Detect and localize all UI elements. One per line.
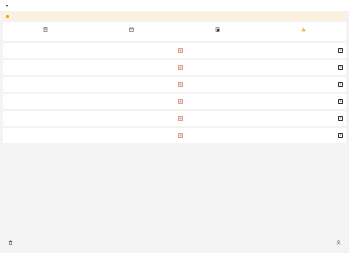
item-subtitle [185,102,337,104]
list-row [3,60,346,75]
add-icon [339,49,342,52]
list-item[interactable] [3,77,175,92]
item-name [185,64,337,67]
footer-right-button[interactable] [336,240,341,253]
notice-bar [3,13,346,20]
item-subtitle [5,68,172,70]
alert-icon [301,27,306,31]
top-bar [0,0,349,11]
item-name [185,81,337,84]
item-action-button[interactable] [338,98,343,104]
list-row [3,43,346,58]
warning-icon [6,15,9,18]
item-name [185,47,337,50]
list-row [3,111,346,126]
tab-bar [3,22,346,41]
calendar-icon [129,27,134,32]
form-icon [177,99,183,104]
list-item[interactable] [3,128,175,143]
item-name [185,132,337,135]
item-action-button[interactable] [338,132,343,138]
item-subtitle [185,136,337,138]
item-name [5,98,172,101]
list-item[interactable] [3,94,175,109]
app-screen [0,0,349,253]
form-icon [177,133,183,138]
item-subtitle [5,51,172,53]
item-subtitle [5,119,172,121]
item-action-button[interactable] [338,64,343,70]
item-name [185,98,337,101]
form-icon [177,48,183,53]
item-subtitle [185,68,337,70]
item-subtitle [185,119,337,121]
list-item[interactable] [3,111,175,126]
list-item[interactable] [175,128,347,143]
list-item[interactable] [175,111,347,126]
item-subtitle [5,85,172,87]
list-row [3,77,346,92]
list-row [3,94,346,109]
item-list [3,43,346,145]
item-name [5,115,172,118]
item-action-button[interactable] [338,81,343,87]
tab-0[interactable] [3,22,89,41]
add-icon [339,100,342,103]
item-subtitle [5,102,172,104]
trash-icon [8,240,13,245]
item-subtitle [185,85,337,87]
list-row [3,128,346,143]
form-icon [177,82,183,87]
list-item[interactable] [3,60,175,75]
list-item[interactable] [175,94,347,109]
item-name [5,64,172,67]
user-icon [336,240,341,245]
add-icon [339,134,342,137]
list-item[interactable] [175,60,347,75]
tab-2[interactable] [175,22,261,41]
footer-left-button[interactable] [8,240,13,253]
add-icon [339,117,342,120]
bottom-bar [0,240,349,253]
tab-3[interactable] [260,22,346,41]
document-icon [44,27,48,32]
list-item[interactable] [175,43,347,58]
form-icon [177,116,183,121]
item-subtitle [5,136,172,138]
list-item[interactable] [3,43,175,58]
add-icon [339,66,342,69]
item-name [5,132,172,135]
item-subtitle [185,51,337,53]
item-name [5,81,172,84]
item-action-button[interactable] [338,47,343,53]
item-name [185,115,337,118]
item-action-button[interactable] [338,115,343,121]
list-item[interactable] [175,77,347,92]
chevron-down-icon[interactable] [6,4,8,7]
form-icon [215,27,220,32]
item-name [5,47,172,50]
form-icon [177,65,183,70]
add-icon [339,83,342,86]
tab-1[interactable] [89,22,175,41]
